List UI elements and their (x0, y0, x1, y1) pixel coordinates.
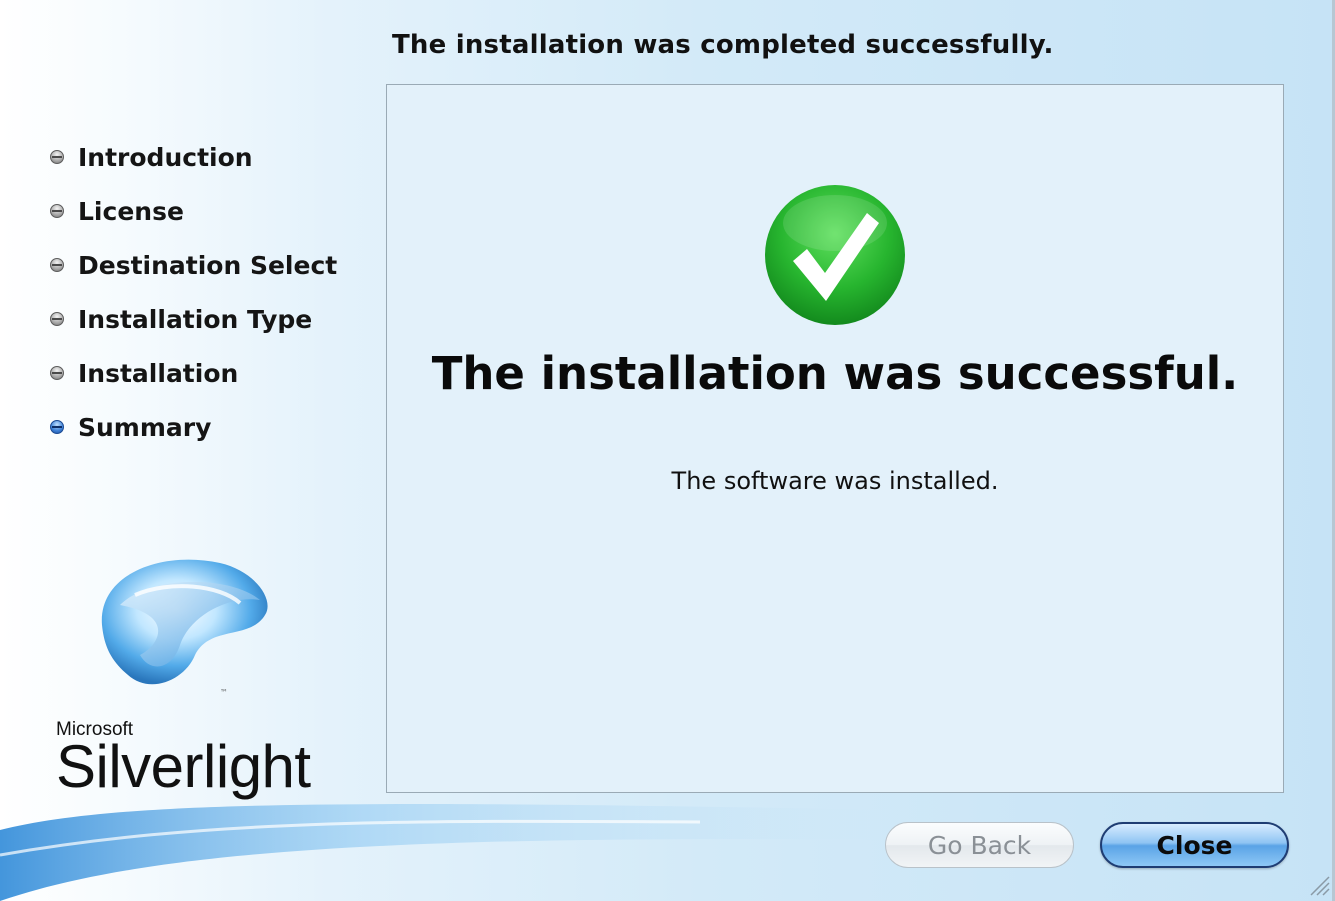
step-label: Installation (78, 358, 239, 388)
step-list: Introduction License Destination Select … (50, 130, 337, 454)
step-bullet-icon (50, 150, 64, 164)
installer-window: The installation was completed successfu… (0, 0, 1335, 901)
go-back-button[interactable]: Go Back (885, 822, 1074, 868)
step-label: Summary (78, 412, 212, 442)
step-bullet-icon (50, 366, 64, 380)
step-bullet-icon (50, 204, 64, 218)
step-destination-select: Destination Select (50, 238, 337, 292)
step-bullet-active-icon (50, 420, 64, 434)
step-label: License (78, 196, 184, 226)
step-label: Destination Select (78, 250, 338, 280)
step-installation: Installation (50, 346, 337, 400)
sidebar: Introduction License Destination Select … (0, 0, 380, 901)
decorative-swoosh (0, 804, 900, 901)
step-label: Introduction (78, 142, 253, 172)
step-bullet-icon (50, 312, 64, 326)
step-summary: Summary (50, 400, 337, 454)
step-license: License (50, 184, 337, 238)
success-message: The software was installed. (671, 467, 999, 495)
svg-text:™: ™ (220, 688, 228, 697)
close-button[interactable]: Close (1100, 822, 1289, 868)
success-heading: The installation was successful. (431, 347, 1239, 400)
step-bullet-icon (50, 258, 64, 272)
step-installation-type: Installation Type (50, 292, 337, 346)
page-title: The installation was completed successfu… (392, 30, 1054, 60)
step-label: Installation Type (78, 304, 313, 334)
silverlight-logo-icon: ™ (101, 559, 268, 697)
step-introduction: Introduction (50, 130, 337, 184)
checkmark-success-icon (765, 185, 905, 325)
content-panel: The installation was successful. The sof… (386, 84, 1284, 793)
resize-grip-icon[interactable] (1305, 871, 1331, 897)
